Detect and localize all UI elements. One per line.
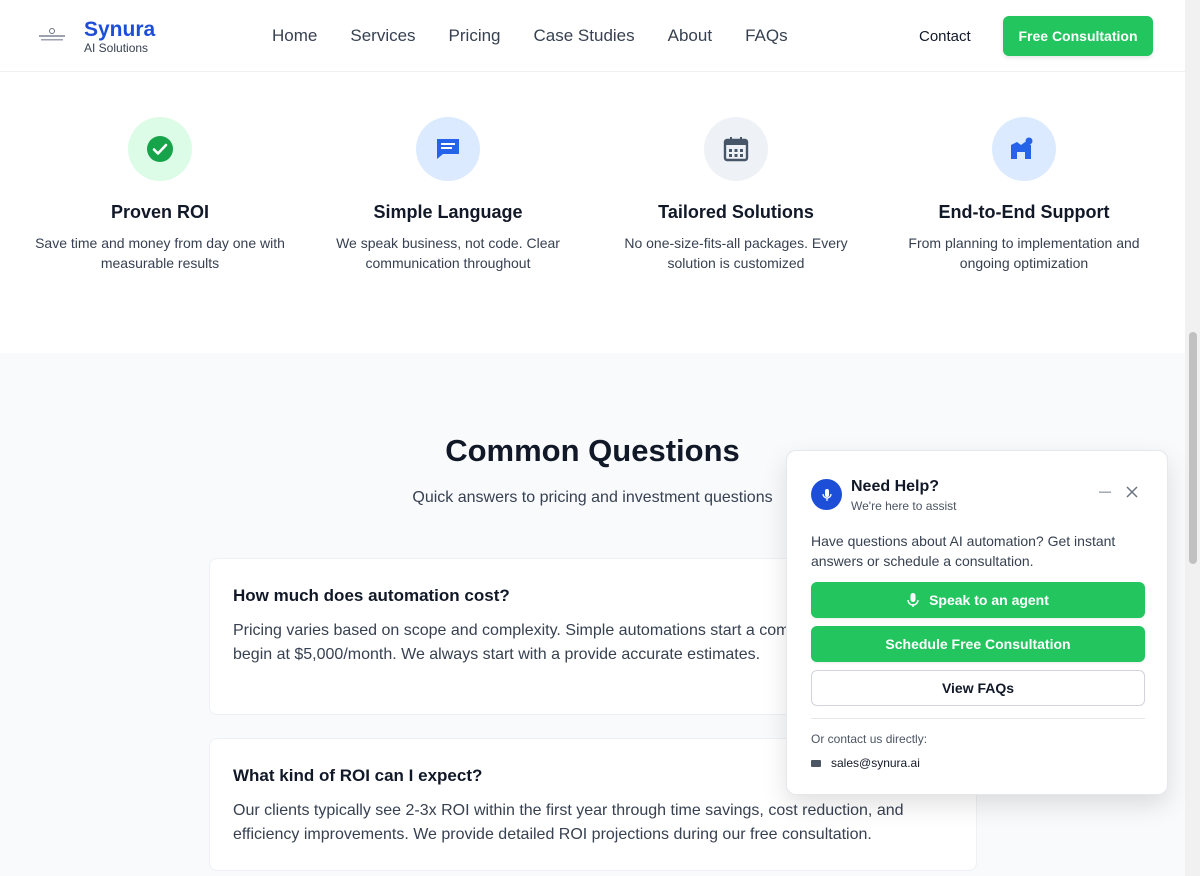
nav-about[interactable]: About [668,26,712,46]
feature-proven-roi: Proven ROI Save time and money from day … [30,117,290,273]
minimize-icon[interactable] [1098,485,1112,499]
support-people-icon [992,117,1056,181]
nav-faqs[interactable]: FAQs [745,26,788,46]
feature-title: End-to-End Support [938,202,1110,222]
feature-description: From planning to implementation and ongo… [908,235,1140,271]
chat-icon [416,117,480,181]
divider [811,718,1145,719]
contact-link[interactable]: Contact [919,28,971,45]
nav-services[interactable]: Services [350,26,415,46]
email-text[interactable]: sales@synura.ai [831,756,920,770]
nav-case-studies[interactable]: Case Studies [534,26,635,46]
calendar-icon [704,117,768,181]
faq-answer: Our clients typically see 2-3x ROI withi… [233,802,904,843]
contact-label: Or contact us directly: [811,732,928,746]
site-header: Synura AI Solutions Home Services Pricin… [0,0,1185,72]
feature-title: Proven ROI [110,202,210,222]
page-scrollbar[interactable] [1185,0,1200,876]
check-circle-icon [128,117,192,181]
brand-name[interactable]: Synura [84,19,155,41]
mail-icon [811,759,821,767]
widget-subtitle: We're here to assist [851,499,957,513]
help-widget: Need Help? We're here to assist Have que… [786,450,1168,795]
nav-pricing[interactable]: Pricing [449,26,501,46]
microphone-icon [907,592,919,608]
feature-tailored-solutions: Tailored Solutions No one-size-fits-all … [606,117,866,273]
button-label: Speak to an agent [929,592,1049,608]
microphone-icon [811,479,842,510]
view-faqs-button[interactable]: View FAQs [811,670,1145,706]
feature-end-to-end-support: End-to-End Support From planning to impl… [894,117,1154,273]
nav-home[interactable]: Home [272,26,317,46]
free-consultation-button[interactable]: Free Consultation [1003,16,1153,56]
feature-simple-language: Simple Language We speak business, not c… [318,117,578,273]
feature-title: Simple Language [373,202,523,222]
brand[interactable]: Synura AI Solutions [84,19,155,56]
speak-to-agent-button[interactable]: Speak to an agent [811,582,1145,618]
feature-description: Save time and money from day one with me… [35,235,285,271]
feature-description: We speak business, not code. Clear commu… [336,235,560,271]
feature-description: No one-size-fits-all packages. Every sol… [624,235,848,271]
logo-icon[interactable] [36,22,68,50]
widget-message: Have questions about AI automation? Get … [811,533,1116,569]
feature-title: Tailored Solutions [658,202,814,222]
close-icon[interactable] [1125,485,1139,499]
features-section: Proven ROI Save time and money from day … [0,73,1185,353]
email-link[interactable]: sales@synura.ai [811,756,920,770]
widget-title: Need Help? [851,478,940,495]
main-nav: Home Services Pricing Case Studies About… [272,26,821,46]
scrollbar-thumb[interactable] [1189,332,1197,564]
schedule-consultation-button[interactable]: Schedule Free Consultation [811,626,1145,662]
brand-subtitle: AI Solutions [84,41,149,55]
